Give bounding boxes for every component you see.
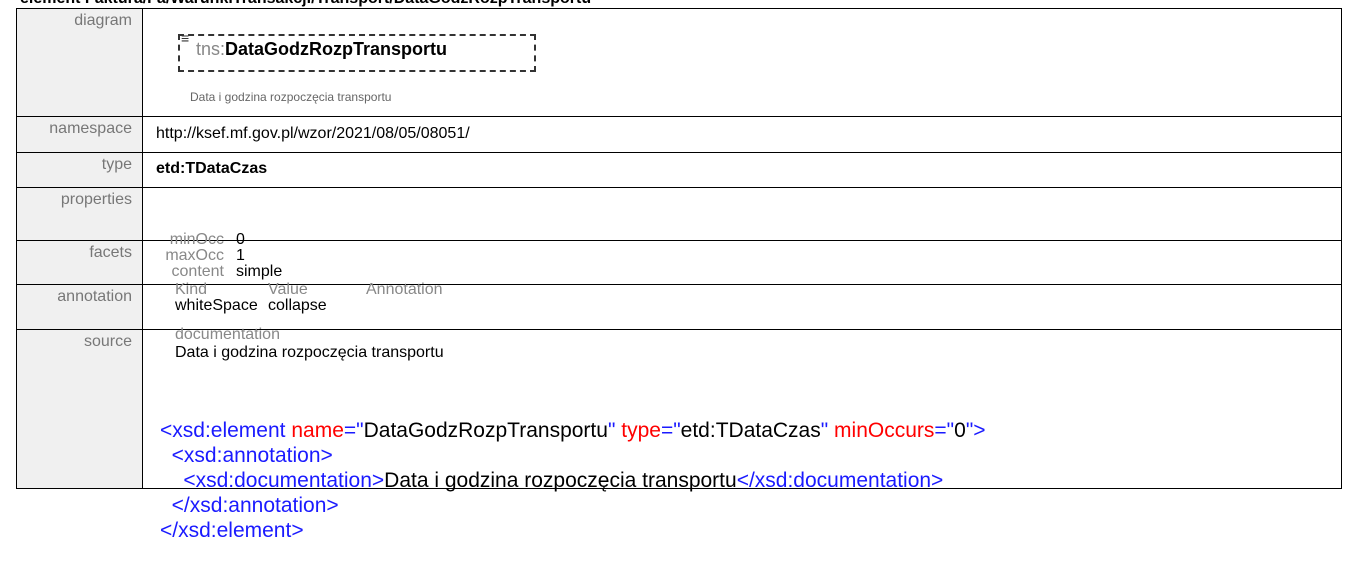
source-line: <xsd:element name="DataGodzRozpTransport… (160, 419, 986, 442)
xml-source: <xsd:element name="DataGodzRozpTransport… (160, 418, 986, 543)
source-line: </xsd:element> (160, 518, 986, 543)
xml-attr: type (621, 419, 661, 442)
xml-tag: </xsd:documentation> (736, 469, 944, 492)
prop-value: 1 (236, 247, 245, 264)
xml-tag: </xsd:element> (160, 519, 304, 542)
facets-table: Kind Value Annotation whiteSpace collaps… (175, 282, 443, 314)
prop-value: 0 (236, 231, 245, 248)
label-facets: facets (16, 240, 143, 285)
facet-header: Value (268, 281, 308, 298)
type-value[interactable]: etd:TDataCzas (156, 153, 1341, 178)
prop-key: content (171, 263, 224, 280)
facet-kind: whiteSpace (175, 297, 258, 314)
namespace-value: http://ksef.mf.gov.pl/wzor/2021/08/05/08… (156, 125, 470, 142)
label-source: source (16, 329, 143, 489)
xml-tag: </xsd:annotation> (171, 494, 339, 517)
prop-value: simple (236, 263, 283, 280)
label-diagram: diagram (16, 8, 143, 117)
label-properties: properties (16, 187, 143, 241)
source-line: <xsd:annotation> (160, 443, 986, 468)
xml-text: Data i godzina rozpoczęcia transportu (384, 469, 737, 492)
facet-header: Annotation (366, 281, 443, 298)
label-type: type (16, 152, 143, 188)
list-icon: ≡ (181, 30, 190, 46)
prop-key: maxOcc (165, 247, 224, 264)
annotation-value: Data i godzina rozpoczęcia transportu (175, 344, 444, 361)
prop-key: minOcc (169, 231, 224, 248)
label-annotation: annotation (16, 284, 143, 330)
annotation-block: documentation Data i godzina rozpoczęcia… (175, 326, 444, 362)
xml-value: 0 (954, 419, 966, 442)
facet-value: collapse (268, 297, 327, 314)
xml-attr: name (291, 419, 344, 442)
diagram-name: DataGodzRozpTransportu (225, 39, 448, 59)
properties-list: minOcc 0 maxOcc 1 content simple (156, 232, 282, 280)
annotation-key: documentation (175, 326, 280, 343)
source-line: <xsd:documentation>Data i godzina rozpoc… (160, 468, 986, 493)
source-line: </xsd:annotation> (160, 493, 986, 518)
xml-value: etd:TDataCzas (680, 419, 821, 442)
xml-value: DataGodzRozpTransportu (363, 419, 608, 442)
diagram-element-name[interactable]: tns:DataGodzRozpTransportu (196, 39, 447, 60)
xml-tag: <xsd:documentation> (183, 469, 385, 492)
facet-header: Kind (175, 281, 208, 298)
xml-tag: <xsd:element (160, 419, 286, 442)
page-heading: element Faktura/Fa/WarunkiTransakcji/Tra… (20, 0, 591, 8)
xml-tag: <xsd:annotation> (171, 444, 333, 467)
diagram-prefix: tns: (196, 39, 226, 59)
facet-row: whiteSpace collapse (175, 298, 443, 314)
diagram-doc: Data i godzina rozpoczęcia transportu (190, 90, 392, 104)
xml-attr: minOccurs (834, 419, 935, 442)
label-namespace: namespace (16, 116, 143, 153)
